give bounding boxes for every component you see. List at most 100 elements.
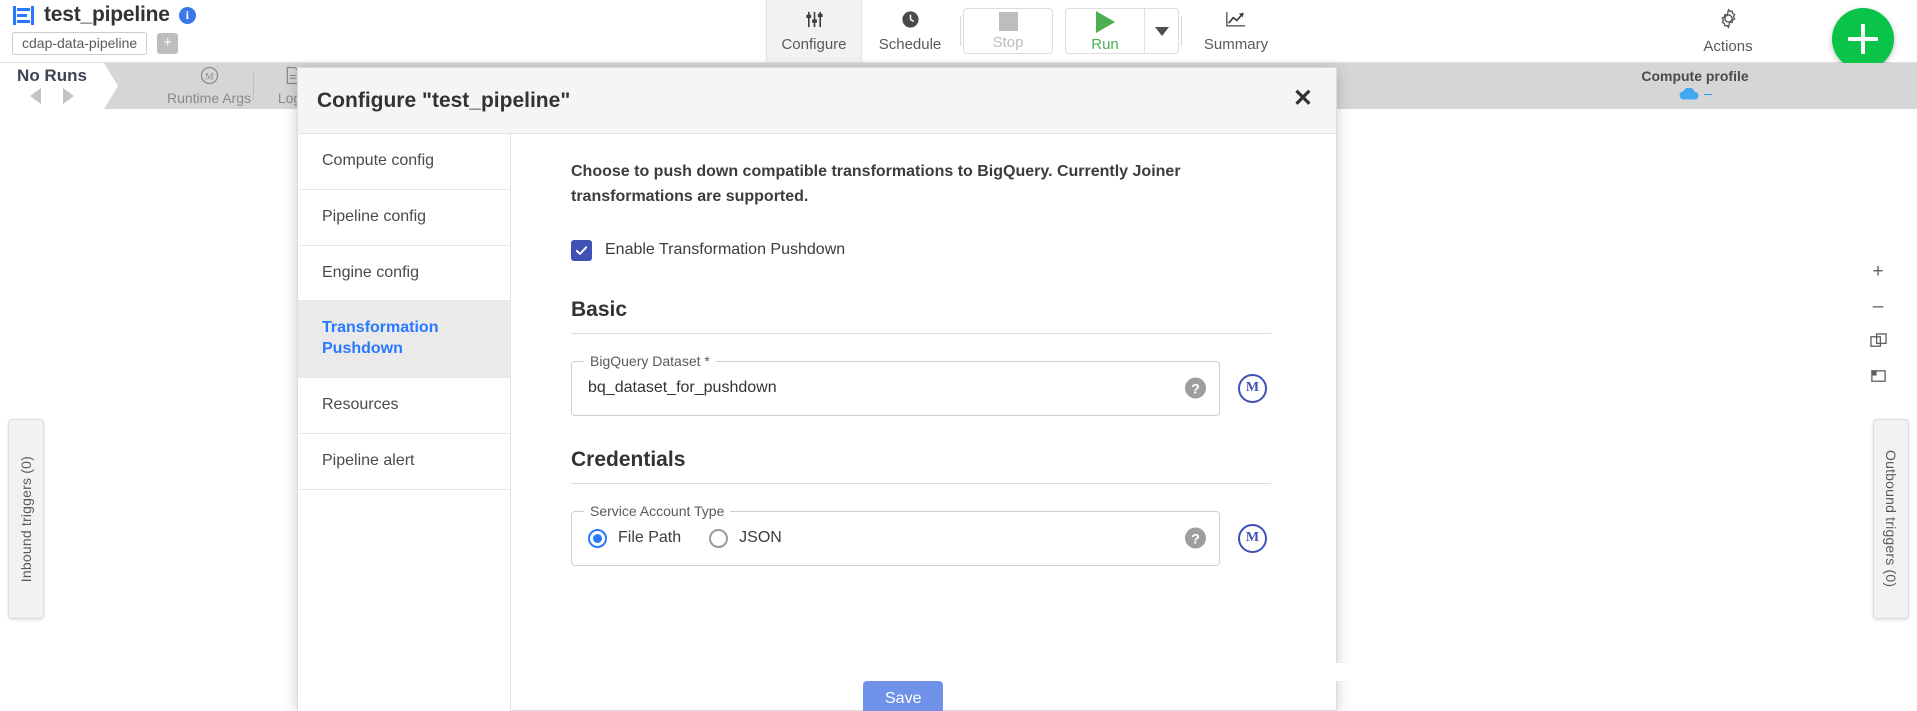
stop-label: Stop: [993, 35, 1024, 50]
compute-profile-label: Compute profile: [1595, 68, 1795, 84]
sidebar-item-pipeline-config[interactable]: Pipeline config: [298, 190, 510, 246]
radio-json[interactable]: JSON: [709, 529, 782, 548]
inbound-triggers-tab[interactable]: Inbound triggers (0): [8, 419, 44, 619]
bigquery-dataset-label: BigQuery Dataset *: [584, 353, 716, 369]
radio-selected-icon: [588, 529, 607, 548]
cloud-icon: [1678, 88, 1700, 101]
enable-pushdown-row: Enable Transformation Pushdown: [571, 240, 1280, 261]
line-chart-icon: [1225, 10, 1247, 33]
checkbox-checked-icon[interactable]: [571, 240, 592, 261]
pipeline-type-tag[interactable]: cdap-data-pipeline: [12, 32, 147, 55]
runtime-args-tab[interactable]: M Runtime Args: [144, 63, 274, 109]
modal-body: Compute config Pipeline config Engine co…: [298, 134, 1336, 711]
modal-title: Configure "test_pipeline": [317, 89, 570, 113]
fit-screen-icon[interactable]: [1861, 324, 1895, 359]
schedule-label: Schedule: [879, 37, 942, 52]
credentials-section-title: Credentials: [571, 448, 1271, 484]
macro-m-icon-2[interactable]: M: [1238, 524, 1267, 553]
toolbar-divider-2: [1181, 16, 1182, 46]
add-tag-button[interactable]: +: [157, 33, 178, 54]
stop-button-wrap: Stop: [963, 8, 1053, 54]
help-question-icon-2[interactable]: ?: [1185, 528, 1206, 549]
page-title: test_pipeline: [44, 3, 170, 27]
pipeline-name-row: test_pipeline i: [12, 3, 196, 27]
compute-profile-value-row: –: [1595, 85, 1795, 101]
zoom-in-icon[interactable]: +: [1861, 254, 1895, 289]
radio-file-path[interactable]: File Path: [588, 529, 681, 548]
service-account-type-options: File Path JSON: [588, 529, 782, 548]
basic-section-title: Basic: [571, 298, 1271, 334]
summary-button[interactable]: Summary: [1184, 0, 1288, 62]
save-button[interactable]: Save: [863, 681, 943, 711]
canvas-zoom-controls: + –: [1861, 254, 1895, 394]
sidebar-item-engine-config[interactable]: Engine config: [298, 246, 510, 302]
actions-label: Actions: [1703, 38, 1752, 55]
runs-nav: [30, 88, 74, 104]
sidebar-item-pipeline-alert[interactable]: Pipeline alert: [298, 434, 510, 490]
run-button[interactable]: Run: [1066, 9, 1144, 53]
runs-indicator: No Runs: [0, 63, 104, 109]
sliders-icon: [805, 10, 824, 33]
configure-modal: Configure "test_pipeline" ✕ Compute conf…: [297, 67, 1337, 711]
service-account-type-label: Service Account Type: [584, 503, 730, 519]
bigquery-dataset-value: bq_dataset_for_pushdown: [588, 379, 777, 397]
minimap-icon[interactable]: [1861, 359, 1895, 394]
modal-header: Configure "test_pipeline" ✕: [298, 68, 1336, 134]
clock-icon: [901, 10, 920, 33]
chevron-down-icon: [1155, 27, 1169, 36]
compute-profile[interactable]: Compute profile –: [1595, 68, 1795, 101]
service-account-type-field[interactable]: Service Account Type File Path JSON: [571, 511, 1220, 566]
subbar-divider: [253, 72, 254, 100]
summary-label: Summary: [1204, 37, 1268, 52]
plus-icon-vertical: [1861, 24, 1865, 54]
modal-sidebar: Compute config Pipeline config Engine co…: [298, 134, 511, 711]
run-options-dropdown[interactable]: [1144, 9, 1178, 53]
stop-square-icon: [999, 12, 1018, 31]
compute-profile-value: –: [1704, 85, 1712, 101]
service-account-type-row: Service Account Type File Path JSON: [571, 511, 1280, 566]
actions-button[interactable]: Actions: [1680, 0, 1776, 62]
radio-dot: [593, 534, 602, 543]
cdap-pipeline-studio: test_pipeline i cdap-data-pipeline +: [0, 0, 1917, 711]
enable-pushdown-label: Enable Transformation Pushdown: [605, 241, 845, 259]
zoom-out-icon[interactable]: –: [1861, 289, 1895, 324]
outbound-triggers-label: Outbound triggers (0): [1883, 450, 1899, 587]
add-plugin-fab[interactable]: [1832, 8, 1894, 70]
info-icon[interactable]: i: [179, 7, 196, 24]
help-question-icon[interactable]: ?: [1185, 378, 1206, 399]
bigquery-dataset-field[interactable]: BigQuery Dataset * bq_dataset_for_pushdo…: [571, 361, 1220, 416]
macro-m-icon[interactable]: M: [1238, 374, 1267, 403]
runs-notch: [104, 63, 118, 109]
arrow-right-icon[interactable]: [63, 88, 74, 104]
play-triangle-icon: [1096, 11, 1115, 33]
configure-label: Configure: [781, 37, 846, 52]
pushdown-description: Choose to push down compatible transform…: [571, 160, 1211, 210]
runs-count-label: No Runs: [17, 67, 87, 84]
arrow-left-icon[interactable]: [30, 88, 41, 104]
svg-text:M: M: [205, 72, 214, 82]
radio-json-label: JSON: [739, 529, 782, 547]
cdap-logo-icon: [12, 4, 35, 27]
toolbar-divider: [960, 16, 961, 46]
run-button-wrap: Run: [1065, 8, 1179, 54]
sidebar-item-compute-config[interactable]: Compute config: [298, 134, 510, 190]
radio-file-path-label: File Path: [618, 529, 681, 547]
toolbar-actions-cluster: Configure Schedule Stop: [766, 0, 1288, 62]
schedule-button[interactable]: Schedule: [862, 0, 958, 62]
configure-button[interactable]: Configure: [766, 0, 862, 62]
pipeline-tags-row: cdap-data-pipeline +: [12, 32, 196, 55]
modal-content: Choose to push down compatible transform…: [511, 134, 1336, 711]
stop-button[interactable]: Stop: [964, 9, 1052, 53]
outbound-triggers-tab[interactable]: Outbound triggers (0): [1873, 419, 1909, 619]
radio-unselected-icon: [709, 529, 728, 548]
content-clip-mask: [807, 663, 1635, 681]
run-label: Run: [1091, 37, 1119, 52]
macro-m-icon: M: [200, 66, 219, 88]
close-icon[interactable]: ✕: [1293, 87, 1313, 111]
sidebar-item-transformation-pushdown[interactable]: Transformation Pushdown: [298, 301, 510, 378]
pipeline-title-block: test_pipeline i cdap-data-pipeline +: [12, 3, 196, 55]
inbound-triggers-label: Inbound triggers (0): [18, 456, 34, 582]
runtime-args-label: Runtime Args: [167, 90, 251, 106]
sidebar-item-resources[interactable]: Resources: [298, 378, 510, 434]
top-toolbar: test_pipeline i cdap-data-pipeline +: [0, 0, 1917, 63]
